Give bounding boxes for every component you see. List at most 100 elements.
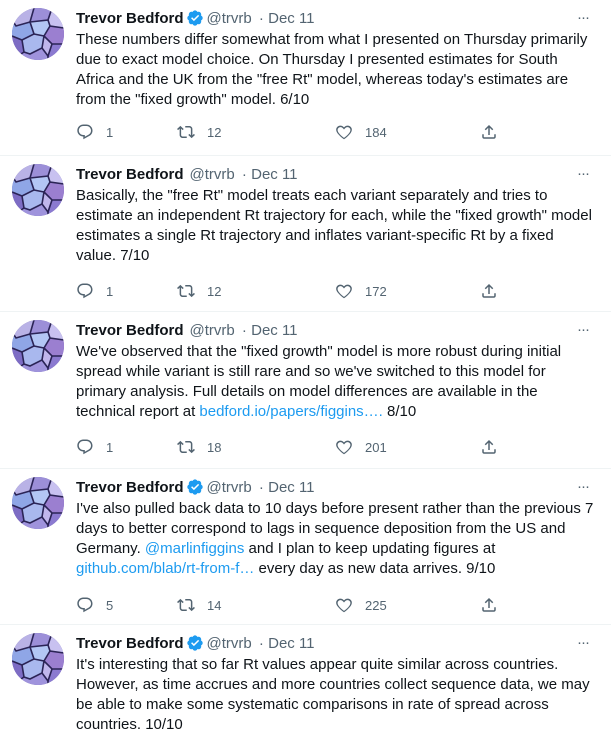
tweet[interactable]: Trevor Bedford @trvrb · Dec 11 ··· I've a… (0, 469, 611, 625)
reply-button[interactable]: 1 (76, 122, 113, 142)
author-name[interactable]: Trevor Bedford (76, 635, 184, 652)
verified-badge-icon (186, 634, 204, 652)
tweet-header: Trevor Bedford @trvrb · Dec 11 (76, 634, 599, 654)
verified-badge-icon (186, 9, 204, 27)
tweet-text-part: every day as new data arrives. 9/10 (254, 560, 496, 577)
tweet-text-part: and I plan to keep updating figures at (244, 540, 496, 557)
tweet-text: These numbers differ somewhat from what … (76, 31, 588, 108)
verified-badge-icon (186, 478, 204, 496)
tweet-header: Trevor Bedford @trvrb · Dec 11 (76, 165, 599, 185)
author-handle[interactable]: @trvrb (190, 322, 235, 339)
like-count: 172 (365, 283, 387, 299)
retweet-icon (177, 123, 195, 141)
author-handle[interactable]: @trvrb (207, 479, 252, 496)
tweet-actions: 1 18 201 (72, 437, 512, 457)
reply-count: 5 (106, 597, 114, 613)
share-icon (480, 282, 498, 300)
tweet-text: I've also pulled back data to 10 days be… (76, 499, 596, 579)
avatar[interactable] (12, 164, 64, 216)
retweet-icon (177, 282, 195, 300)
tweet-actions: 5 14 225 (72, 595, 512, 615)
like-button[interactable]: 201 (335, 437, 387, 457)
tweet-date[interactable]: Dec 11 (268, 479, 314, 496)
author-name[interactable]: Trevor Bedford (76, 322, 184, 339)
author-handle[interactable]: @trvrb (207, 635, 252, 652)
share-button[interactable] (480, 437, 510, 457)
tweet-header: Trevor Bedford @trvrb · Dec 11 (76, 321, 599, 341)
more-options-icon[interactable]: ··· (573, 635, 593, 651)
tweet-text: We've observed that the "fixed growth" m… (76, 342, 596, 422)
share-icon (480, 123, 498, 141)
reply-icon (76, 282, 94, 300)
more-options-icon[interactable]: ··· (573, 479, 593, 495)
like-button[interactable]: 184 (335, 122, 387, 142)
tweet-link[interactable]: bedford.io/papers/figgins…. (199, 403, 382, 420)
tweet-date[interactable]: Dec 11 (251, 166, 297, 183)
tweet[interactable]: Trevor Bedford @trvrb · Dec 11 ··· It's i… (0, 625, 611, 746)
like-button[interactable]: 172 (335, 281, 387, 301)
like-count: 184 (365, 124, 387, 140)
share-icon (480, 438, 498, 456)
heart-icon (335, 438, 353, 456)
tweet-header: Trevor Bedford @trvrb · Dec 11 (76, 9, 599, 29)
heart-icon (335, 596, 353, 614)
tweet[interactable]: Trevor Bedford @trvrb · Dec 11 ··· We've … (0, 312, 611, 469)
avatar[interactable] (12, 8, 64, 60)
reply-icon (76, 123, 94, 141)
retweet-icon (177, 438, 195, 456)
avatar[interactable] (12, 477, 64, 529)
tweet-text-part: 8/10 (382, 403, 417, 420)
tweet-link[interactable]: github.com/blab/rt-from-f… (76, 560, 254, 577)
dot-separator: · (237, 322, 252, 339)
more-options-icon[interactable]: ··· (573, 322, 593, 338)
dot-separator: · (254, 10, 269, 27)
retweet-count: 18 (207, 439, 222, 455)
dot-separator: · (254, 479, 269, 496)
like-count: 225 (365, 597, 387, 613)
tweet-date[interactable]: Dec 11 (268, 10, 314, 27)
mention-link[interactable]: @marlinfiggins (145, 540, 244, 557)
reply-count: 1 (106, 439, 114, 455)
retweet-count: 14 (207, 597, 222, 613)
tweet[interactable]: Trevor Bedford @trvrb · Dec 11 ··· Basica… (0, 156, 611, 312)
avatar[interactable] (12, 320, 64, 372)
tweet[interactable]: Trevor Bedford @trvrb · Dec 11 ··· These … (0, 0, 611, 156)
author-handle[interactable]: @trvrb (207, 10, 252, 27)
reply-button[interactable]: 5 (76, 595, 113, 615)
retweet-count: 12 (207, 124, 222, 140)
author-handle[interactable]: @trvrb (190, 166, 235, 183)
share-button[interactable] (480, 281, 510, 301)
tweet-actions: 1 12 184 (72, 122, 512, 142)
tweet-date[interactable]: Dec 11 (268, 635, 314, 652)
dot-separator: · (237, 166, 252, 183)
reply-count: 1 (106, 124, 114, 140)
avatar[interactable] (12, 633, 64, 685)
more-options-icon[interactable]: ··· (573, 10, 593, 26)
share-button[interactable] (480, 122, 510, 142)
reply-button[interactable]: 1 (76, 281, 113, 301)
reply-icon (76, 438, 94, 456)
more-options-icon[interactable]: ··· (573, 166, 593, 182)
share-button[interactable] (480, 595, 510, 615)
reply-icon (76, 596, 94, 614)
share-icon (480, 596, 498, 614)
tweet-header: Trevor Bedford @trvrb · Dec 11 (76, 478, 599, 498)
retweet-count: 12 (207, 283, 222, 299)
retweet-button[interactable]: 12 (177, 281, 221, 301)
reply-button[interactable]: 1 (76, 437, 113, 457)
dot-separator: · (254, 635, 269, 652)
heart-icon (335, 282, 353, 300)
tweet-date[interactable]: Dec 11 (251, 322, 297, 339)
retweet-button[interactable]: 12 (177, 122, 221, 142)
author-name[interactable]: Trevor Bedford (76, 166, 184, 183)
author-name[interactable]: Trevor Bedford (76, 479, 184, 496)
retweet-button[interactable]: 14 (177, 595, 221, 615)
author-name[interactable]: Trevor Bedford (76, 10, 184, 27)
reply-count: 1 (106, 283, 114, 299)
tweet-text: Basically, the "free Rt" model treats ea… (76, 187, 592, 264)
retweet-button[interactable]: 18 (177, 437, 221, 457)
like-button[interactable]: 225 (335, 595, 387, 615)
like-count: 201 (365, 439, 387, 455)
tweet-actions: 1 12 172 (72, 281, 512, 301)
tweet-text: It's interesting that so far Rt values a… (76, 656, 590, 733)
